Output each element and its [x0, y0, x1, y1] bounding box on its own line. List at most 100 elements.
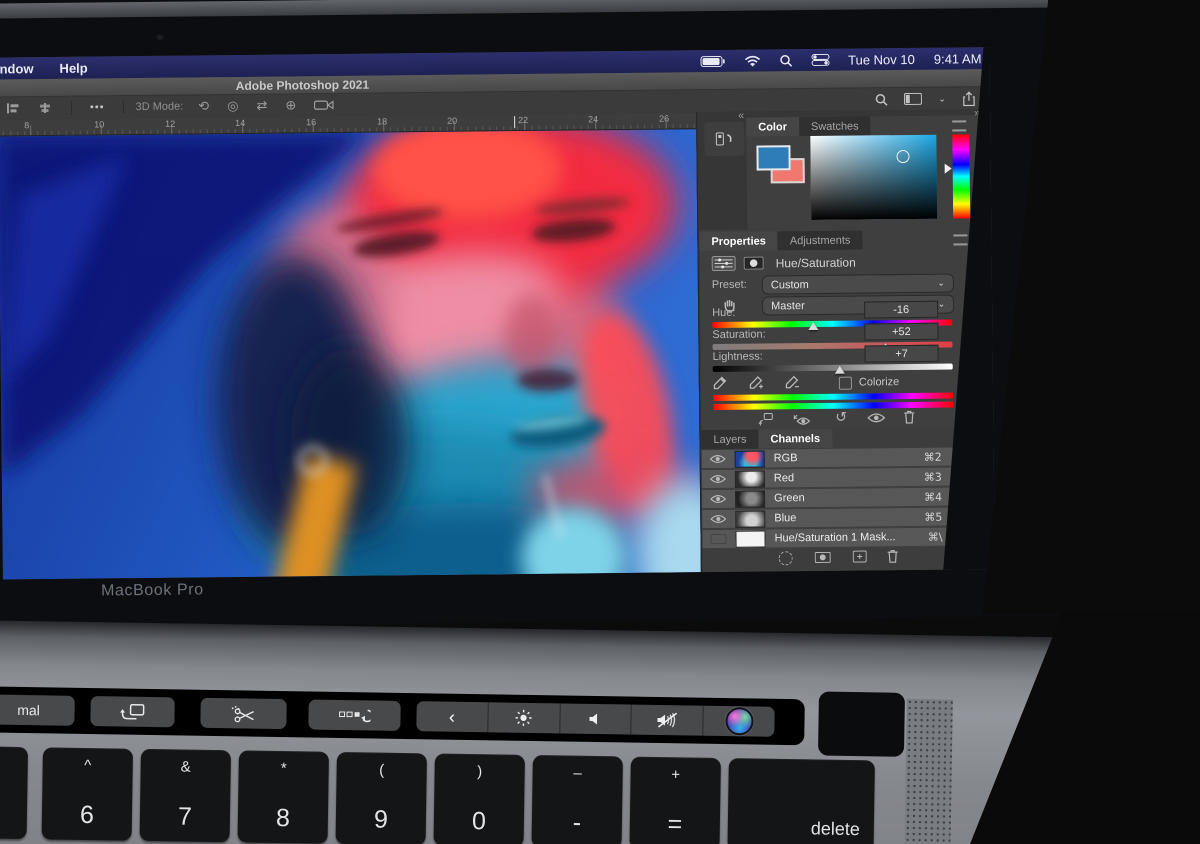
adjustment-levels-icon: [712, 256, 736, 271]
collapse-panels-left-icon[interactable]: «: [738, 110, 744, 122]
tab-swatches[interactable]: Swatches: [799, 116, 871, 136]
ruler-number: 24: [588, 114, 598, 124]
touchbar-rotate-button[interactable]: [90, 696, 174, 727]
visibility-eye-icon[interactable]: [867, 412, 885, 423]
color-picker-field[interactable]: [810, 135, 937, 220]
new-channel-icon[interactable]: [853, 550, 867, 562]
align-center-icon[interactable]: [38, 102, 52, 114]
tab-adjustments[interactable]: Adjustments: [778, 230, 863, 250]
color-picker-marker[interactable]: [896, 150, 909, 163]
view-previous-state-icon[interactable]: [793, 412, 813, 426]
touchbar-collapse-chevron[interactable]: ‹: [416, 701, 487, 732]
share-icon[interactable]: [962, 91, 976, 106]
touchbar-history-undo-button[interactable]: [308, 699, 400, 730]
key-partial-left[interactable]: [0, 746, 28, 839]
channel-row-red[interactable]: Red ⌘3: [702, 468, 954, 490]
save-selection-mask-icon[interactable]: [815, 552, 831, 563]
ruler-number: 14: [235, 118, 245, 128]
key-8[interactable]: * 8: [238, 750, 329, 843]
visibility-eye-icon[interactable]: [710, 454, 726, 464]
key-9[interactable]: ( 9: [336, 752, 427, 844]
touchbar-brightness-button[interactable]: [487, 702, 559, 733]
eyedropper-plus-icon[interactable]: [749, 376, 763, 390]
touch-id-button[interactable]: [818, 692, 905, 757]
tab-channels[interactable]: Channels: [758, 429, 832, 449]
workspace-switcher-icon[interactable]: [904, 93, 922, 105]
key-6[interactable]: ^ 6: [42, 747, 133, 840]
visibility-eye-icon[interactable]: [710, 494, 726, 504]
key-equals[interactable]: + =: [629, 757, 720, 844]
key-minus[interactable]: – -: [532, 755, 623, 844]
key-0[interactable]: ) 0: [434, 753, 525, 844]
menu-item-help[interactable]: Help: [59, 60, 87, 75]
wifi-icon[interactable]: [744, 55, 760, 66]
lightness-slider-thumb[interactable]: [835, 366, 845, 374]
properties-panel-menu-icon[interactable]: [953, 234, 967, 245]
hue-slider-thumb[interactable]: [808, 322, 818, 330]
camera-3d-icon[interactable]: [314, 100, 334, 110]
visibility-eye-icon[interactable]: [710, 514, 726, 524]
foreground-color-swatch[interactable]: [756, 145, 790, 170]
preset-label: Preset:: [712, 279, 747, 291]
touchbar-siri-button[interactable]: [702, 706, 774, 737]
channel-row-blue[interactable]: Blue ⌘5: [702, 508, 954, 530]
canvas[interactable]: [0, 129, 701, 579]
colorize-checkbox[interactable]: [839, 377, 852, 390]
speaker-grille: [904, 699, 953, 844]
key-delete[interactable]: delete: [727, 758, 874, 844]
layer-mask-icon: [744, 257, 764, 270]
channel-thumbnail: [735, 510, 765, 527]
lightness-label: Lightness:: [713, 351, 763, 364]
key-7[interactable]: & 7: [140, 749, 231, 842]
search-icon[interactable]: [875, 93, 888, 106]
hue-ramp-pointer[interactable]: [945, 164, 952, 174]
slide-3d-icon[interactable]: ⊕: [285, 97, 296, 113]
more-options-button[interactable]: •••: [90, 101, 105, 113]
channel-thumbnail: [735, 450, 765, 467]
chevron-down-icon[interactable]: ⌄: [938, 93, 946, 104]
menu-bar-time[interactable]: 9:41 AM: [934, 51, 982, 66]
delete-channel-trash-icon[interactable]: [887, 549, 899, 563]
touchbar-select-subject-button[interactable]: [200, 698, 286, 729]
preset-dropdown[interactable]: Custom⌄: [762, 274, 954, 295]
color-panel-menu-icon[interactable]: [952, 120, 966, 131]
channel-row-green[interactable]: Green ⌘4: [702, 488, 954, 510]
eyedropper-minus-icon[interactable]: [785, 375, 799, 389]
battery-icon[interactable]: [700, 55, 725, 66]
tab-layers[interactable]: Layers: [701, 430, 758, 450]
menu-item-window[interactable]: ndow: [0, 61, 34, 76]
touchbar-volume-button[interactable]: [559, 703, 631, 734]
touchbar-normal-button[interactable]: mal: [0, 694, 75, 725]
channel-row-mask[interactable]: Hue/Saturation 1 Mask... ⌘\: [702, 528, 954, 550]
delete-adjustment-trash-icon[interactable]: [903, 410, 915, 424]
load-selection-icon[interactable]: [779, 551, 793, 565]
channel-thumbnail: [735, 470, 765, 487]
hue-ramp[interactable]: [952, 134, 970, 218]
align-left-icon[interactable]: [6, 102, 20, 114]
visibility-eye-icon[interactable]: [710, 474, 726, 484]
pan-3d-icon[interactable]: ⇄: [256, 98, 267, 114]
touchbar-mute-button[interactable]: [631, 705, 703, 736]
ruler-cursor-marker: [514, 116, 515, 128]
hue-value[interactable]: -16: [864, 301, 938, 319]
laptop-body: mal ‹: [0, 620, 1080, 844]
lightness-value[interactable]: +7: [865, 345, 939, 363]
tab-properties[interactable]: Properties: [699, 231, 778, 251]
reset-adjustment-icon[interactable]: ↺: [835, 410, 847, 426]
control-center-icon[interactable]: [811, 54, 829, 66]
clip-to-layer-icon[interactable]: [757, 412, 773, 426]
saturation-value[interactable]: +52: [864, 323, 938, 341]
orbit-3d-icon[interactable]: ⟲: [198, 98, 209, 114]
roll-3d-icon[interactable]: ◎: [227, 98, 239, 114]
channel-name: RGB: [774, 452, 798, 464]
collapsed-panel-button[interactable]: [704, 122, 744, 156]
visibility-empty-box[interactable]: [710, 534, 726, 544]
channel-row-rgb[interactable]: RGB ⌘2: [702, 448, 954, 470]
ruler-number: 12: [165, 119, 175, 129]
menu-bar-date[interactable]: Tue Nov 10: [848, 51, 915, 67]
tab-color[interactable]: Color: [746, 117, 799, 137]
eyedropper-icon[interactable]: [713, 376, 727, 390]
spotlight-search-icon[interactable]: [779, 54, 792, 67]
app-title: Adobe Photoshop 2021: [236, 78, 369, 93]
channel-name: Red: [774, 472, 794, 484]
